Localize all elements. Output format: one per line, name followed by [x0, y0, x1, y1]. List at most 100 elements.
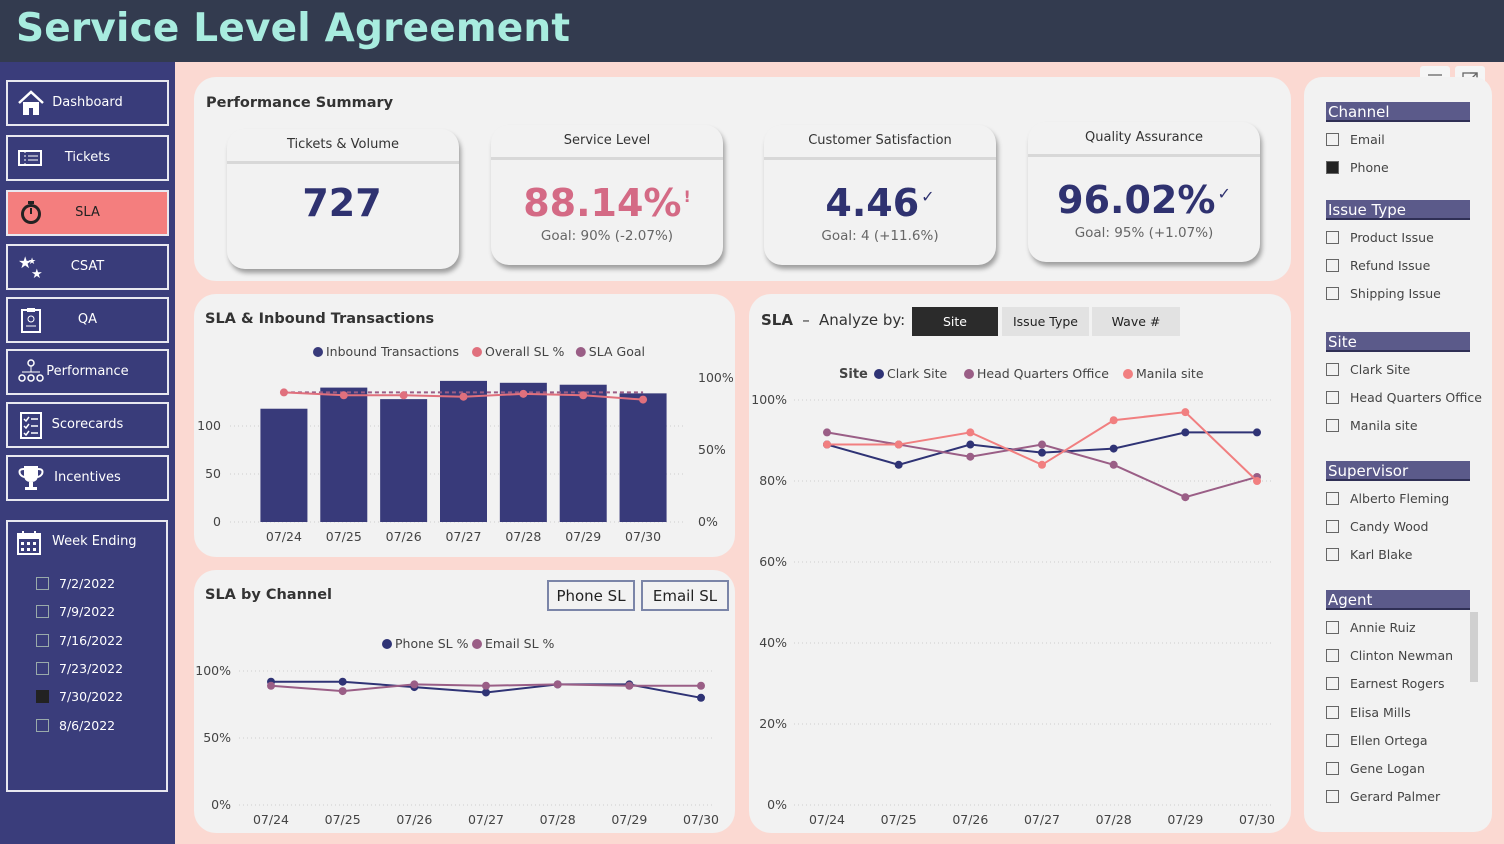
series-point [966, 452, 975, 461]
week-item[interactable]: 7/16/2022 [36, 633, 123, 648]
phone-sl-button[interactable]: Phone SL [547, 580, 635, 611]
slicer-item[interactable]: Gene Logan [1326, 761, 1425, 776]
slicer-item[interactable]: Email [1326, 132, 1385, 147]
checkbox[interactable] [36, 661, 49, 675]
checkbox[interactable] [1326, 492, 1339, 505]
week-item[interactable]: 7/2/2022 [36, 576, 115, 591]
checkbox[interactable] [1326, 762, 1339, 775]
series-point [625, 681, 634, 690]
week-item[interactable]: 8/6/2022 [36, 718, 115, 733]
kpi-title: Quality Assurance [1085, 130, 1203, 145]
overall-sl-point [279, 388, 288, 397]
checkbox[interactable] [36, 718, 49, 732]
checkbox[interactable] [36, 577, 49, 590]
overall-sl-point [459, 392, 468, 401]
nav-incentives-button[interactable]: Incentives [6, 455, 169, 501]
checkbox[interactable] [1326, 419, 1339, 433]
slicer-item[interactable]: Karl Blake [1326, 547, 1412, 562]
week-item[interactable]: 7/30/2022 [36, 689, 123, 704]
slicer-item-label: Candy Wood [1350, 519, 1429, 535]
checkbox[interactable] [1326, 621, 1339, 634]
x-tick-label: 07/26 [396, 812, 432, 827]
overall-sl-point [519, 389, 528, 398]
nav-dashboard-button[interactable]: Dashboard [6, 80, 169, 126]
slicer-item[interactable]: Ellen Ortega [1326, 733, 1428, 748]
slicer-item[interactable]: Phone [1326, 160, 1389, 175]
slicer-item[interactable]: Earnest Rogers [1326, 676, 1445, 691]
kpi-status-mark: ! [683, 187, 691, 206]
tab-issue-type[interactable]: Issue Type [1002, 307, 1089, 336]
legend-marker [575, 347, 586, 357]
legend-marker [382, 639, 392, 649]
y-tick-label: 0% [767, 797, 787, 812]
checkbox[interactable] [1326, 733, 1339, 747]
series-point [1253, 477, 1261, 485]
checkbox[interactable] [1326, 133, 1339, 146]
x-tick-label: 07/28 [1096, 812, 1132, 827]
nav-tickets-button[interactable]: Tickets [6, 135, 169, 181]
kpi-divider [1028, 154, 1260, 157]
bar [380, 399, 428, 522]
tab-site[interactable]: Site [912, 307, 998, 336]
slicer-item[interactable]: Elisa Mills [1326, 705, 1411, 720]
slicer-item[interactable]: Clinton Newman [1326, 648, 1453, 663]
checkbox[interactable] [1326, 520, 1339, 534]
checkbox[interactable] [1326, 677, 1339, 691]
kpi-divider [764, 157, 996, 160]
slicer-item[interactable]: Refund Issue [1326, 258, 1430, 273]
week-item[interactable]: 7/9/2022 [36, 604, 115, 619]
checkbox[interactable] [36, 633, 49, 647]
kpi-status-mark: ✓ [921, 187, 935, 206]
slicer-item[interactable]: Product Issue [1326, 230, 1434, 245]
checkbox[interactable] [1326, 161, 1339, 175]
legend-marker [472, 347, 482, 357]
series-point [823, 440, 831, 449]
checkbox[interactable] [1326, 649, 1339, 663]
slicer-item[interactable]: Annie Ruiz [1326, 620, 1416, 635]
checkbox[interactable] [1326, 790, 1339, 804]
slicer-item-label: Product Issue [1350, 230, 1434, 245]
checkbox[interactable] [36, 690, 49, 704]
week-item-label: 7/9/2022 [59, 604, 116, 620]
nav-sla-button[interactable]: SLA [6, 190, 169, 236]
checkbox[interactable] [1326, 231, 1339, 244]
legend-label: Email SL % [485, 636, 555, 651]
slicer-item[interactable]: Head Quarters Office [1326, 390, 1482, 405]
slicer-item[interactable]: Clark Site [1326, 362, 1410, 377]
y-tick-label: 60% [759, 554, 787, 569]
email-sl-button[interactable]: Email SL [641, 580, 729, 611]
checkbox[interactable] [1326, 287, 1339, 301]
nav-label: Incentives [54, 470, 121, 485]
nav-qa-button[interactable]: QA [6, 297, 169, 343]
kpi-divider [491, 157, 723, 160]
series-point [1181, 428, 1190, 437]
tab-wave[interactable]: Wave # [1092, 307, 1180, 336]
slicer-scrollbar[interactable] [1470, 612, 1478, 682]
sla-site-chart: 0% 20% 40% 60% 80% 100% 07/24 07/25 07/26 07/27 07… [751, 366, 1275, 827]
legend-label: Manila site [1136, 366, 1204, 381]
slicer-item[interactable]: Alberto Fleming [1326, 491, 1449, 506]
checkbox[interactable] [1326, 363, 1339, 376]
x-tick-label: 07/29 [1167, 812, 1203, 827]
slicer-site-header: Site [1326, 332, 1470, 352]
slicer-supervisor-header: Supervisor [1326, 461, 1470, 481]
nav-scorecards-button[interactable]: Scorecards [6, 402, 169, 448]
checkbox[interactable] [1326, 705, 1339, 719]
week-item[interactable]: 7/23/2022 [36, 661, 123, 676]
y-tick-label: 50% [203, 730, 231, 745]
y-tick-label: 80% [759, 473, 787, 488]
checkbox[interactable] [1326, 548, 1339, 562]
series-point [1109, 460, 1118, 469]
slicer-item[interactable]: Gerard Palmer [1326, 789, 1440, 804]
slicer-item[interactable]: Candy Wood [1326, 519, 1428, 534]
checkbox[interactable] [1326, 391, 1339, 405]
slicer-item[interactable]: Shipping Issue [1326, 286, 1441, 301]
checkbox[interactable] [1326, 259, 1339, 273]
slicer-item[interactable]: Manila site [1326, 418, 1418, 433]
nav-csat-button[interactable]: ★ ★ ★ CSAT [6, 244, 169, 290]
nav-performance-button[interactable]: Performance [6, 349, 169, 395]
checkbox[interactable] [36, 605, 49, 619]
week-ending-title: Week Ending [52, 534, 137, 549]
bar [559, 384, 607, 522]
overall-sl-point [639, 395, 648, 404]
